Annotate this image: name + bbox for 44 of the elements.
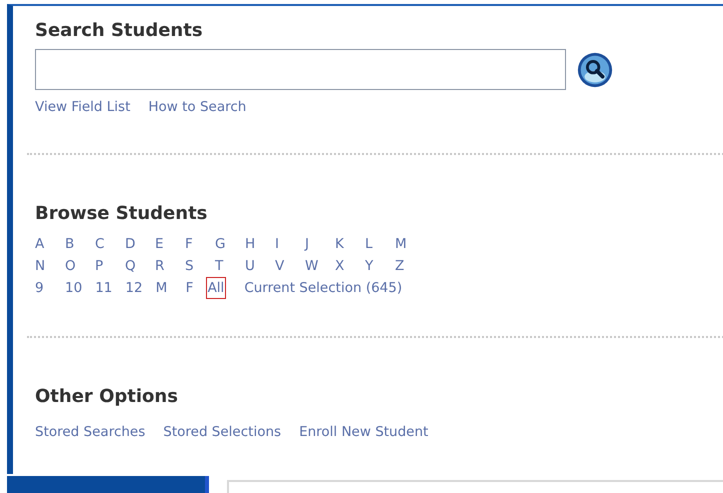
- browse-link[interactable]: Y: [365, 256, 382, 276]
- link[interactable]: How to Search: [148, 99, 246, 115]
- browse-link[interactable]: Z: [395, 256, 412, 276]
- browse-link[interactable]: T: [215, 256, 232, 276]
- browse-link[interactable]: H: [245, 234, 262, 254]
- search-field[interactable]: [35, 49, 566, 90]
- search-icon[interactable]: [576, 50, 614, 88]
- link[interactable]: Stored Searches: [35, 424, 146, 440]
- browse-link[interactable]: O: [65, 256, 82, 276]
- browse-link[interactable]: All: [206, 278, 226, 298]
- section-heading: Other Options: [35, 386, 178, 407]
- browse-link[interactable]: S: [185, 256, 202, 276]
- browse-link[interactable]: M: [395, 234, 412, 254]
- browse-link[interactable]: A: [35, 234, 52, 254]
- link[interactable]: Enroll New Student: [299, 424, 428, 440]
- link[interactable]: View Field List: [35, 99, 130, 115]
- browse-link[interactable]: M: [156, 278, 173, 298]
- browse-link[interactable]: F: [185, 234, 202, 254]
- browse-link[interactable]: G: [215, 234, 232, 254]
- browse-link[interactable]: J: [305, 234, 322, 254]
- browse-link[interactable]: Q: [125, 256, 142, 276]
- browse-link[interactable]: X: [335, 256, 352, 276]
- browse-link[interactable]: F: [186, 278, 203, 298]
- browse-link[interactable]: 12: [125, 278, 143, 298]
- browse-link[interactable]: V: [275, 256, 292, 276]
- browse-link[interactable]: L: [365, 234, 382, 254]
- browse-link[interactable]: P: [95, 256, 112, 276]
- browse-link[interactable]: 9: [35, 278, 52, 298]
- browse-link[interactable]: E: [155, 234, 172, 254]
- browse-link[interactable]: D: [125, 234, 142, 254]
- browse-link[interactable]: 10: [65, 278, 82, 298]
- browse-link[interactable]: B: [65, 234, 82, 254]
- section-heading: Search Students: [35, 20, 203, 41]
- current-selection-link[interactable]: Current Selection (645): [244, 278, 402, 298]
- browse-link[interactable]: K: [335, 234, 352, 254]
- link[interactable]: Stored Selections: [163, 424, 282, 440]
- section-heading: Browse Students: [35, 203, 208, 224]
- browse-link[interactable]: N: [35, 256, 52, 276]
- browse-link[interactable]: 11: [95, 278, 112, 298]
- browse-link[interactable]: U: [245, 256, 262, 276]
- browse-link[interactable]: R: [155, 256, 172, 276]
- browse-link[interactable]: C: [95, 234, 112, 254]
- browse-link[interactable]: I: [275, 234, 292, 254]
- browse-link[interactable]: W: [305, 256, 322, 276]
